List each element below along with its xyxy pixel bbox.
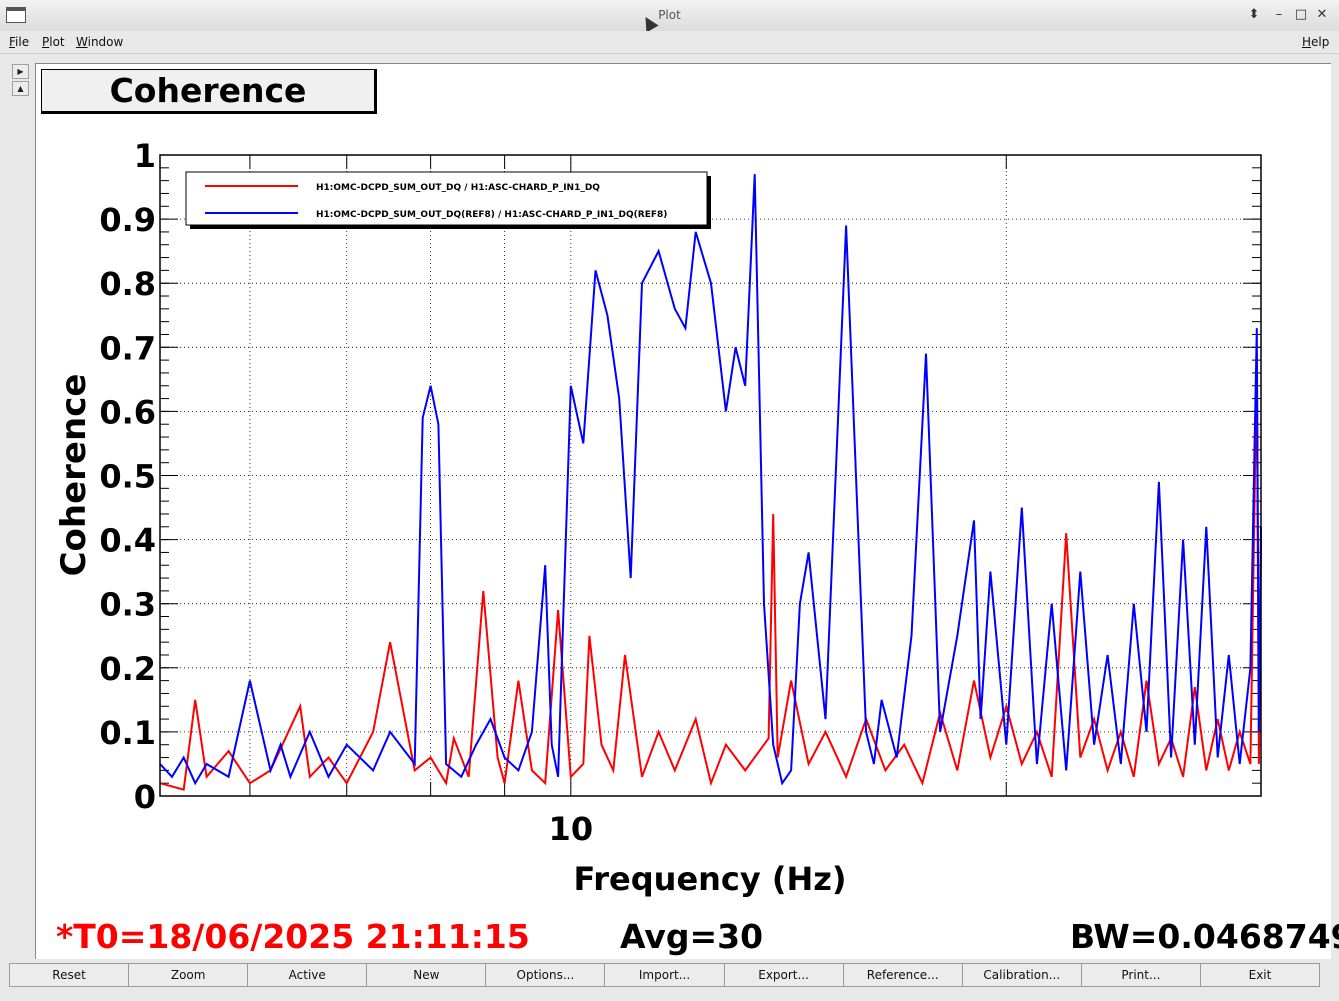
bandwidth: BW=0.0468749 <box>1070 917 1339 956</box>
button-import[interactable]: Import... <box>604 963 725 987</box>
button-options[interactable]: Options... <box>485 963 606 987</box>
button-calibration[interactable]: Calibration... <box>961 963 1082 987</box>
button-reference[interactable]: Reference... <box>842 963 963 987</box>
y-tick-label: 1 <box>134 137 156 175</box>
t0-timestamp: *T0=18/06/2025 21:11:15 <box>56 917 530 956</box>
legend-entry: H1:OMC-DCPD_SUM_OUT_DQ(REF8) / H1:ASC-CH… <box>316 210 667 220</box>
y-tick-label: 0.3 <box>99 586 156 624</box>
y-tick-label: 0.5 <box>99 458 156 496</box>
plot-area <box>160 155 1261 796</box>
y-axis-label: Coherence <box>54 374 94 577</box>
button-print[interactable]: Print... <box>1080 963 1201 987</box>
button-active[interactable]: Active <box>247 963 368 987</box>
button-exit[interactable]: Exit <box>1199 963 1321 987</box>
button-new[interactable]: New <box>366 963 487 987</box>
coherence-chart: 0 0.1 0.2 0.3 0.4 0.5 0.6 0.7 0.8 0.9 1 10 Frequency… <box>54 137 1262 898</box>
avg-count: Avg=30 <box>620 917 764 956</box>
button-reset[interactable]: Reset <box>9 963 130 987</box>
x-axis-label: Frequency (Hz) <box>573 860 846 898</box>
button-bar: Reset Zoom Active New Options... Import... Exp… <box>9 963 1321 987</box>
button-export[interactable]: Export... <box>723 963 844 987</box>
y-tick-label: 0.4 <box>99 522 156 560</box>
y-tick-label: 0.1 <box>99 714 156 752</box>
y-tick-label: 0.8 <box>99 265 156 303</box>
x-tick-label: 10 <box>549 810 594 848</box>
y-tick-label: 0 <box>134 778 156 816</box>
y-tick-label: 0.2 <box>99 650 156 688</box>
y-tick-label: 0.6 <box>99 393 156 431</box>
y-tick-label: 0.7 <box>99 329 156 367</box>
button-zoom[interactable]: Zoom <box>128 963 249 987</box>
y-tick-label: 0.9 <box>99 201 156 239</box>
legend-entry: H1:OMC-DCPD_SUM_OUT_DQ / H1:ASC-CHARD_P_… <box>316 183 600 193</box>
